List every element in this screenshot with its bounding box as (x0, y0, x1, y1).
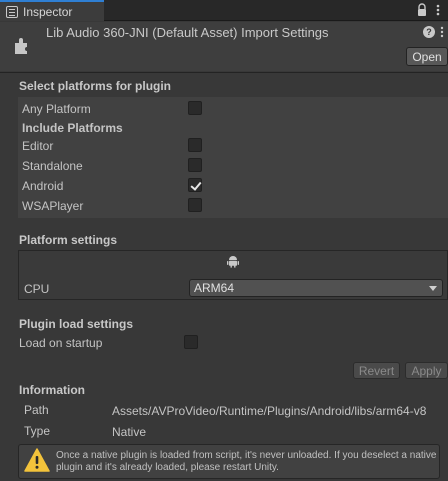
android-checkbox[interactable] (188, 178, 202, 192)
load-settings-heading: Plugin load settings (19, 317, 134, 331)
chevron-down-icon (429, 286, 437, 291)
type-label: Type (24, 424, 51, 438)
wsaplayer-checkbox[interactable] (188, 198, 202, 212)
information-heading: Information (19, 383, 85, 397)
kebab-menu-icon[interactable] (434, 3, 442, 17)
load-on-startup-label: Load on startup (19, 336, 103, 350)
open-button[interactable]: Open (406, 47, 448, 66)
warning-icon (24, 448, 50, 472)
platform-label-wsaplayer: WSAPlayer (22, 199, 84, 213)
platform-label-editor: Editor (22, 139, 54, 153)
path-label: Path (24, 403, 49, 417)
tab-inspector[interactable]: Inspector (0, 0, 104, 21)
platform-label-standalone: Standalone (22, 159, 83, 173)
lock-icon[interactable] (417, 3, 427, 17)
revert-button[interactable]: Revert (353, 362, 400, 379)
cpu-dropdown[interactable]: ARM64 (189, 279, 443, 297)
apply-button[interactable]: Apply (405, 362, 448, 379)
inspector-icon (6, 5, 18, 18)
cpu-dropdown-value: ARM64 (194, 281, 235, 295)
page-title: Lib Audio 360-JNI (Default Asset) Import… (46, 25, 329, 40)
any-platform-label: Any Platform (22, 102, 91, 116)
platform-settings-heading: Platform settings (19, 233, 118, 247)
path-value: Assets/AVProVideo/Runtime/Plugins/Androi… (112, 404, 427, 418)
include-platforms-heading: Include Platforms (22, 121, 123, 135)
any-platform-checkbox[interactable] (188, 101, 202, 115)
platform-label-android: Android (22, 179, 64, 193)
standalone-checkbox[interactable] (188, 158, 202, 172)
warning-text: Once a native plugin is loaded from scri… (56, 450, 437, 473)
cpu-label: CPU (24, 282, 50, 296)
editor-checkbox[interactable] (188, 138, 202, 152)
android-icon[interactable] (226, 254, 240, 268)
divider (0, 72, 448, 73)
header-menu-icon[interactable] (439, 25, 445, 39)
help-icon[interactable]: ? (423, 26, 435, 38)
type-value: Native (112, 425, 147, 439)
platforms-heading: Select platforms for plugin (19, 79, 172, 93)
tab-label: Inspector (23, 4, 73, 19)
load-on-startup-checkbox[interactable] (184, 335, 198, 349)
plugin-asset-icon (15, 38, 27, 54)
